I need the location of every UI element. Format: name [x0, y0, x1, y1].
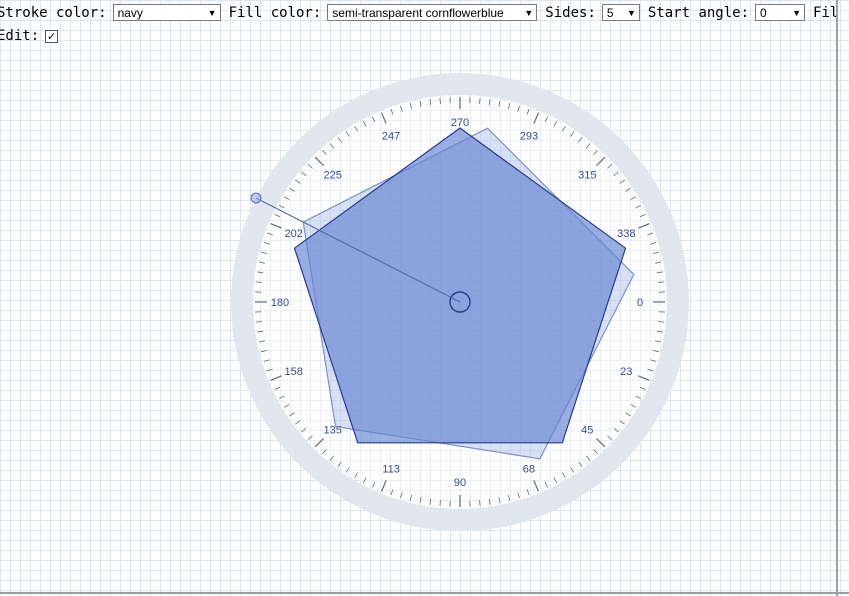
dial-label: 180 [271, 297, 289, 309]
dial-label: 68 [523, 463, 535, 475]
dial-label: 270 [451, 117, 469, 129]
dial-label: 225 [324, 170, 342, 182]
dial-label: 158 [285, 366, 303, 378]
dial-label: 338 [617, 228, 635, 240]
dial-label: 293 [520, 131, 538, 143]
dial-label: 315 [578, 170, 596, 182]
dial-label: 113 [382, 463, 400, 475]
protractor-canvas[interactable]: 0234568901131351581802022252472702933153… [0, 0, 849, 596]
rotation-handle-knob[interactable] [250, 192, 262, 204]
dial-label: 247 [382, 131, 400, 143]
dial-label: 23 [620, 366, 632, 378]
dial-label: 90 [454, 477, 466, 489]
dial-label: 0 [637, 297, 643, 309]
dial-label: 202 [285, 228, 303, 240]
dial-label: 45 [581, 424, 593, 436]
